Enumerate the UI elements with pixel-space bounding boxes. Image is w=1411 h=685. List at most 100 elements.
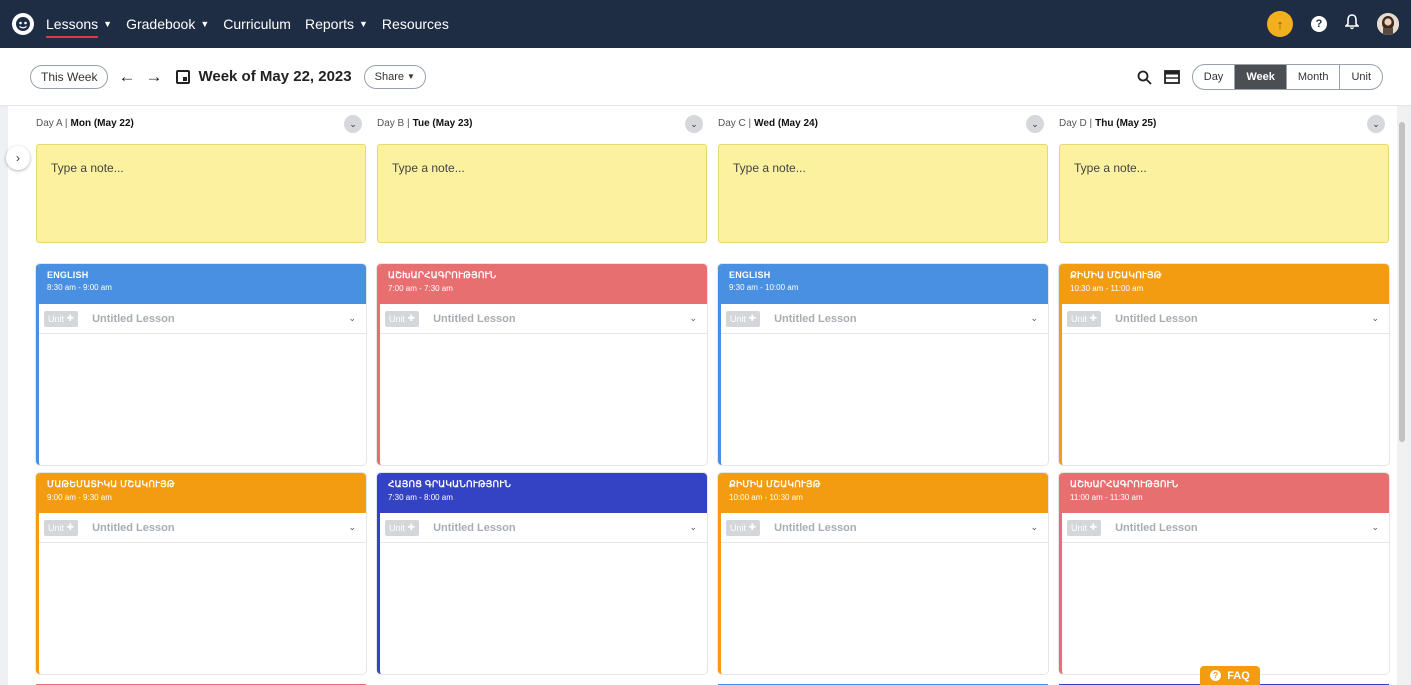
unit-add-button[interactable]: Unit ✚ [385, 519, 420, 536]
calendar-icon[interactable] [176, 69, 191, 84]
lesson-row[interactable]: Unit ✚ Untitled Lesson ⌄ [1062, 513, 1389, 543]
scrollbar-thumb[interactable] [1399, 122, 1405, 442]
help-icon: ? [1210, 670, 1222, 681]
lesson-card[interactable]: ՄԱԹԵՄԱՏԻԿԱ ՄՇԱԿՈՒՅԹ 9:00 am - 9:30 am Un… [36, 473, 366, 674]
lesson-row[interactable]: Unit ✚ Untitled Lesson ⌄ [39, 304, 366, 334]
nav-curriculum[interactable]: Curriculum [223, 0, 291, 48]
lesson-card[interactable]: ԱՇԽԱՐՀԱԳՐՈՒԹՅՈՒՆ 11:00 am - 11:30 am Uni… [1059, 473, 1389, 674]
unit-add-button[interactable]: Unit ✚ [726, 310, 761, 327]
lesson-header: ՔԻՄԻԱ ՄՇԱԿՈՒՅԹ 10:30 am - 11:00 am [1062, 264, 1389, 304]
unit-label: Unit [389, 313, 406, 324]
nav-reports[interactable]: Reports ▼ [305, 0, 368, 48]
day-column-tue: Day B | Tue (May 23) ⌄ Type a note... ԱՇԽ… [377, 106, 707, 685]
lesson-row[interactable]: Unit ✚ Untitled Lesson ⌄ [380, 304, 707, 334]
chevron-down-icon[interactable]: ⌄ [689, 313, 697, 324]
lesson-time: 8:30 am - 9:00 am [47, 283, 112, 292]
untitled-lesson-label: Untitled Lesson [92, 521, 175, 534]
nav-right-actions: ↑ ? [1267, 0, 1399, 48]
bell-icon[interactable] [1344, 13, 1360, 35]
unit-add-button[interactable]: Unit ✚ [44, 519, 79, 536]
lesson-title: ՔԻՄԻԱ ՄՇԱԿՈՒՅԹ [1070, 270, 1162, 280]
day-column-wed: Day C | Wed (May 24) ⌄ Type a note... ENG… [718, 106, 1048, 685]
chevron-down-icon[interactable]: ⌄ [1367, 115, 1385, 133]
day-note[interactable]: Type a note... [1059, 144, 1389, 243]
day-date: Tue (May 23) [412, 117, 473, 129]
lesson-time: 7:30 am - 8:00 am [388, 493, 453, 502]
app-logo-icon[interactable] [12, 13, 34, 35]
view-unit-button[interactable]: Unit [1340, 65, 1382, 89]
day-prefix: Day A | [36, 117, 68, 129]
lesson-card[interactable]: ՔԻՄԻԱ ՄՇԱԿՈՒՅԹ 10:00 am - 10:30 am Unit … [718, 473, 1048, 674]
lesson-card[interactable]: ՀԱՅՈՑ ԳՐԱԿԱՆՈՒԹՅՈՒՆ 7:30 am - 8:00 am Un… [377, 473, 707, 674]
lesson-card[interactable]: ԱՇԽԱՐՀԱԳՐՈՒԹՅՈՒՆ 7:00 am - 7:30 am Unit … [377, 264, 707, 465]
unit-label: Unit [48, 313, 65, 324]
lesson-row[interactable]: Unit ✚ Untitled Lesson ⌄ [721, 304, 1048, 334]
day-prefix: Day D | [1059, 117, 1093, 129]
day-header: Day B | Tue (May 23) ⌄ [377, 112, 707, 134]
faq-button[interactable]: ? FAQ [1200, 666, 1260, 685]
lesson-card[interactable]: ENGLISH 9:30 am - 10:00 am Unit ✚ Untitl… [718, 264, 1048, 465]
lesson-title: ԱՇԽԱՐՀԱԳՐՈՒԹՅՈՒՆ [388, 270, 497, 280]
avatar[interactable] [1377, 13, 1399, 35]
week-of-title: Week of May 22, 2023 [198, 68, 352, 85]
lesson-time: 7:00 am - 7:30 am [388, 284, 453, 293]
lesson-card[interactable]: ՔԻՄԻԱ ՄՇԱԿՈՒՅԹ 10:30 am - 11:00 am Unit … [1059, 264, 1389, 465]
nav-resources[interactable]: Resources [382, 0, 449, 48]
arrow-left-icon[interactable]: ← [118, 67, 135, 87]
nav-label: Gradebook [126, 16, 196, 32]
chevron-down-icon: ▼ [406, 72, 415, 81]
expand-sidebar-chevron-icon[interactable]: › [6, 146, 30, 170]
view-month-button[interactable]: Month [1287, 65, 1341, 89]
chevron-down-icon[interactable]: ⌄ [685, 115, 703, 133]
lesson-row[interactable]: Unit ✚ Untitled Lesson ⌄ [721, 513, 1048, 543]
untitled-lesson-label: Untitled Lesson [433, 521, 516, 534]
chevron-down-icon[interactable]: ⌄ [1026, 115, 1044, 133]
day-column-thu: Day D | Thu (May 25) ⌄ Type a note... ՔԻՄ… [1059, 106, 1389, 685]
lesson-header: ՄԱԹԵՄԱՏԻԿԱ ՄՇԱԿՈՒՅԹ 9:00 am - 9:30 am [39, 473, 366, 513]
nav-lessons[interactable]: Lessons ▼ [46, 0, 112, 48]
chevron-down-icon[interactable]: ⌄ [689, 522, 697, 533]
nav-gradebook[interactable]: Gradebook ▼ [126, 0, 209, 48]
chevron-down-icon[interactable]: ⌄ [1030, 522, 1038, 533]
unit-label: Unit [48, 522, 65, 533]
chevron-down-icon[interactable]: ⌄ [1030, 313, 1038, 324]
unit-label: Unit [1071, 522, 1088, 533]
day-header: Day A | Mon (May 22) ⌄ [36, 112, 366, 134]
lesson-card[interactable]: ENGLISH 8:30 am - 9:00 am Unit ✚ Untitle… [36, 264, 366, 465]
lesson-row[interactable]: Unit ✚ Untitled Lesson ⌄ [1062, 304, 1389, 334]
day-note[interactable]: Type a note... [36, 144, 366, 243]
lesson-row[interactable]: Unit ✚ Untitled Lesson ⌄ [380, 513, 707, 543]
arrow-right-icon[interactable]: → [145, 67, 162, 87]
upgrade-arrow-icon[interactable]: ↑ [1267, 11, 1293, 37]
layout-view-icon[interactable] [1163, 70, 1180, 84]
unit-label: Unit [730, 522, 747, 533]
day-header: Day D | Thu (May 25) ⌄ [1059, 112, 1389, 134]
scrollbar[interactable] [1397, 106, 1407, 685]
chevron-down-icon[interactable]: ⌄ [348, 522, 356, 533]
unit-add-button[interactable]: Unit ✚ [1067, 310, 1102, 327]
lesson-row[interactable]: Unit ✚ Untitled Lesson ⌄ [39, 513, 366, 543]
chevron-down-icon[interactable]: ⌄ [1371, 313, 1379, 324]
chevron-down-icon[interactable]: ⌄ [1371, 522, 1379, 533]
chevron-down-icon[interactable]: ⌄ [348, 313, 356, 324]
unit-label: Unit [1071, 313, 1088, 324]
view-week-button[interactable]: Week [1235, 65, 1287, 89]
day-column-mon: Day A | Mon (May 22) ⌄ Type a note... ENG… [36, 106, 366, 685]
unit-add-button[interactable]: Unit ✚ [44, 310, 79, 327]
view-day-button[interactable]: Day [1193, 65, 1236, 89]
lesson-time: 9:30 am - 10:00 am [729, 283, 799, 292]
search-icon[interactable] [1137, 70, 1152, 85]
untitled-lesson-label: Untitled Lesson [1115, 312, 1198, 325]
help-icon[interactable]: ? [1311, 16, 1327, 32]
unit-add-button[interactable]: Unit ✚ [1067, 519, 1102, 536]
share-button[interactable]: Share ▼ [363, 64, 426, 89]
day-note[interactable]: Type a note... [377, 144, 707, 243]
day-note[interactable]: Type a note... [718, 144, 1048, 243]
chevron-down-icon[interactable]: ⌄ [344, 115, 362, 133]
day-date: Wed (May 24) [754, 117, 818, 129]
unit-add-button[interactable]: Unit ✚ [726, 519, 761, 536]
lesson-time: 10:00 am - 10:30 am [729, 493, 803, 502]
top-nav: Lessons ▼ Gradebook ▼ Curriculum Reports ▼ … [0, 0, 1411, 48]
this-week-button[interactable]: This Week [30, 64, 109, 89]
unit-add-button[interactable]: Unit ✚ [385, 310, 420, 327]
